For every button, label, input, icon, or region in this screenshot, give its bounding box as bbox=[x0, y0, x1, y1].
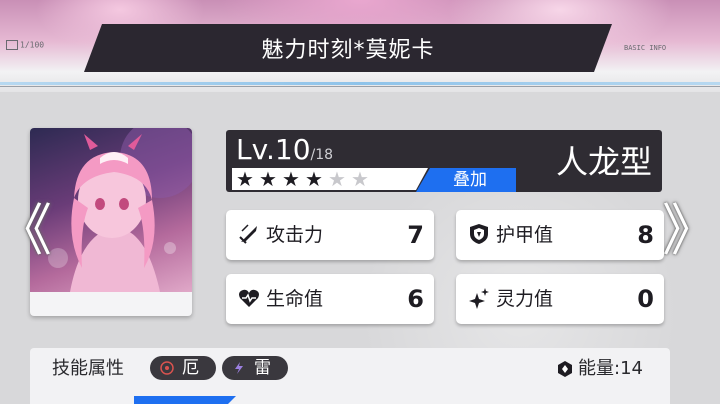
character-type: 人龙型 bbox=[556, 143, 653, 181]
skill-panel bbox=[30, 348, 670, 404]
stack-badge[interactable]: 叠加 bbox=[416, 168, 516, 192]
sword-icon bbox=[239, 224, 257, 244]
energy-icon bbox=[558, 361, 572, 377]
attribute-chip-curse[interactable]: 厄 bbox=[150, 356, 216, 380]
stat-health: 生命值 6 bbox=[226, 274, 434, 324]
star-empty-icon: ★ bbox=[351, 167, 369, 191]
stack-label: 叠加 bbox=[453, 170, 487, 190]
shield-icon bbox=[470, 224, 488, 244]
level-value: Lv.10 bbox=[236, 133, 311, 166]
level-max: /18 bbox=[310, 147, 334, 163]
next-character-arrow[interactable]: 》 bbox=[662, 202, 718, 262]
card-title-bar: 魅力时刻*莫妮卡 bbox=[84, 24, 612, 72]
header-divider-thin bbox=[0, 86, 720, 87]
heart-icon bbox=[239, 289, 259, 307]
stat-attack: 攻击力 7 bbox=[226, 210, 434, 260]
star-filled-icon: ★ bbox=[282, 167, 300, 191]
header-deco-left: 1/100 bbox=[6, 40, 44, 50]
character-portrait bbox=[30, 128, 192, 292]
star-filled-icon: ★ bbox=[305, 167, 323, 191]
curse-icon bbox=[160, 361, 174, 375]
attribute-label: 厄 bbox=[182, 358, 199, 378]
stat-label: 灵力值 bbox=[496, 288, 554, 310]
skill-attributes-label: 技能属性 bbox=[52, 358, 124, 379]
stat-value: 6 bbox=[407, 285, 424, 313]
stat-label: 生命值 bbox=[266, 288, 324, 310]
header-deco-right: BASIC INFO bbox=[624, 44, 667, 52]
sparkle-icon bbox=[469, 288, 489, 309]
prev-character-arrow[interactable]: 《 bbox=[0, 202, 52, 262]
stat-value: 7 bbox=[407, 221, 424, 249]
stat-label: 攻击力 bbox=[266, 224, 324, 246]
energy-value: 能量:14 bbox=[578, 358, 643, 379]
stat-spirit: 灵力值 0 bbox=[456, 274, 664, 324]
attribute-chip-thunder[interactable]: 雷 bbox=[222, 356, 288, 380]
skill-tab-indicator[interactable] bbox=[134, 396, 236, 404]
stat-label: 护甲值 bbox=[496, 224, 554, 246]
stat-value: 8 bbox=[637, 221, 654, 249]
star-filled-icon: ★ bbox=[236, 167, 254, 191]
card-title: 魅力时刻*莫妮卡 bbox=[261, 38, 435, 63]
stat-armor: 护甲值 8 bbox=[456, 210, 664, 260]
star-filled-icon: ★ bbox=[259, 167, 277, 191]
character-portrait-card[interactable] bbox=[30, 128, 192, 316]
attribute-label: 雷 bbox=[254, 358, 271, 378]
star-empty-icon: ★ bbox=[328, 167, 346, 191]
stat-value: 0 bbox=[637, 285, 654, 313]
header-divider bbox=[0, 82, 720, 85]
thunder-icon bbox=[235, 362, 243, 374]
